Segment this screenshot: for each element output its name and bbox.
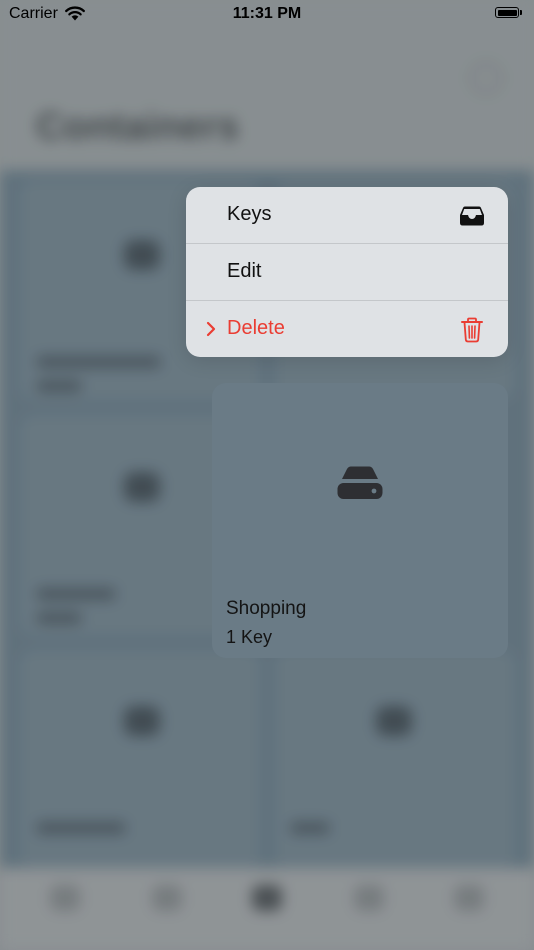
battery-icon — [495, 7, 519, 18]
status-bar: Carrier 11:31 PM — [0, 0, 534, 28]
chevron-right-icon — [206, 321, 216, 337]
container-title: Shopping — [226, 598, 307, 619]
clock: 11:31 PM — [232, 5, 302, 22]
menu-item-label: Delete — [227, 317, 285, 339]
menu-item-keys[interactable]: Keys — [186, 187, 508, 243]
menu-item-edit[interactable]: Edit — [186, 244, 508, 300]
tray-icon — [460, 206, 484, 226]
context-menu: Keys Edit Delete — [186, 187, 508, 357]
container-preview-card[interactable]: Shopping 1 Key — [212, 383, 508, 658]
menu-item-label: Edit — [227, 260, 262, 282]
trash-icon — [461, 317, 483, 343]
container-key-count: 1 Key — [226, 627, 273, 647]
battery-tip — [520, 10, 522, 15]
drive-icon — [337, 466, 383, 499]
menu-item-delete[interactable]: Delete — [186, 301, 508, 357]
menu-item-label: Keys — [227, 203, 272, 225]
